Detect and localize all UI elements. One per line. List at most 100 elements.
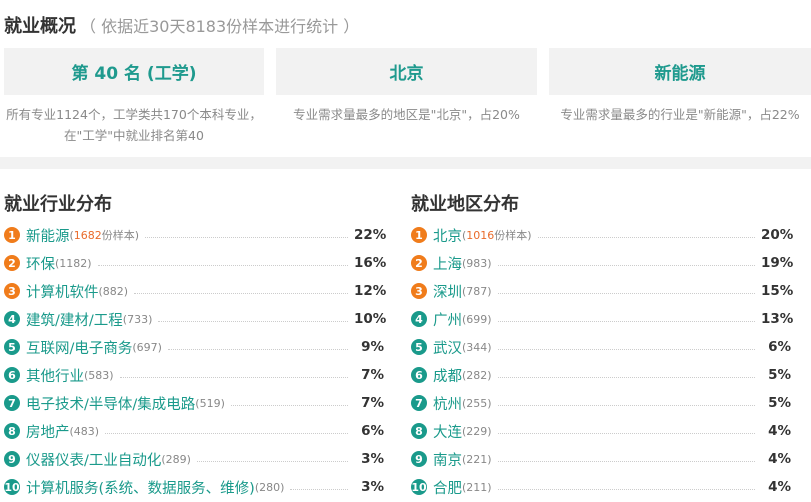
top-industry-description: 专业需求量最多的行业是"新能源"，占22% (560, 107, 800, 122)
industry-list-item[interactable]: 1 新能源(1682 份样本) 22% (4, 221, 387, 249)
industry-name-link[interactable]: 互联网/电子商务 (26, 337, 132, 358)
percentage: 6% (768, 339, 791, 355)
region-list-item[interactable]: 3 深圳 (787) 15% (411, 277, 793, 305)
industry-name-link[interactable]: 电子技术/半导体/集成电路 (26, 393, 195, 414)
industry-name-link[interactable]: 环保 (26, 253, 55, 274)
dotted-leader (497, 460, 755, 462)
dotted-leader (537, 236, 755, 238)
percentage: 4% (768, 451, 791, 467)
region-name-link[interactable]: 成都 (433, 365, 462, 386)
sample-count: (229) (462, 424, 492, 438)
region-title: 就业地区分布 (411, 194, 519, 215)
industry-list-item[interactable]: 7 电子技术/半导体/集成电路 (519) 7% (4, 389, 384, 417)
rank-badge: 7 (411, 395, 427, 411)
percentage: 9% (361, 339, 384, 355)
percentage: 3% (361, 451, 384, 467)
region-list-item[interactable]: 9 南京 (221) 4% (411, 445, 791, 473)
rank-badge: 6 (411, 367, 427, 383)
sample-count: (699) (462, 312, 492, 326)
percentage: 6% (361, 423, 384, 439)
industry-title: 就业行业分布 (4, 194, 112, 215)
percentage: 16% (354, 255, 387, 271)
dotted-leader (230, 404, 348, 406)
industry-name-link[interactable]: 仪器仪表/工业自动化 (26, 449, 161, 470)
region-list-item[interactable]: 4 广州 (699) 13% (411, 305, 793, 333)
dotted-leader (196, 460, 348, 462)
rank-badge: 3 (411, 283, 427, 299)
sample-count: (221) (462, 452, 492, 466)
industry-list-item[interactable]: 3 计算机软件 (882) 12% (4, 277, 387, 305)
industry-name-link[interactable]: 新能源 (26, 225, 70, 246)
top-industry-card: 新能源 (549, 48, 811, 95)
region-name-link[interactable]: 上海 (433, 253, 462, 274)
industry-list-item[interactable]: 6 其他行业 (583) 7% (4, 361, 384, 389)
sample-count: 1016 (466, 228, 495, 242)
industry-name-link[interactable]: 计算机服务(系统、数据服务、维修) (26, 477, 255, 498)
sample-count: 1682 (73, 228, 102, 242)
rank-badge: 4 (4, 311, 20, 327)
percentage: 22% (354, 227, 387, 243)
dotted-leader (134, 292, 348, 294)
industry-list-item[interactable]: 4 建筑/建材/工程 (733) 10% (4, 305, 387, 333)
percentage: 19% (761, 255, 794, 271)
industry-name-link[interactable]: 建筑/建材/工程 (26, 309, 123, 330)
region-name-link[interactable]: 广州 (433, 309, 462, 330)
sample-count: (483) (69, 424, 100, 438)
sample-count: (289) (161, 452, 191, 466)
industry-name-link[interactable]: 房地产 (26, 421, 70, 442)
sample-count: (280) (254, 480, 285, 494)
region-list-item[interactable]: 2 上海 (983) 19% (411, 249, 794, 277)
percentage: 12% (354, 283, 387, 299)
sample-suffix: 份样本 (494, 229, 528, 242)
region-list-item[interactable]: 7 杭州 (255) 5% (411, 389, 791, 417)
overview-heading: 就业概况 (4, 16, 76, 37)
overview-title: 就业概况（ 依据近30天8183份样本进行统计 ） (4, 12, 359, 38)
dotted-leader (145, 236, 348, 238)
industry-name-link[interactable]: 计算机软件 (26, 281, 99, 302)
rank-badge: 5 (411, 339, 427, 355)
industry-list: 1 新能源(1682 份样本) 22% 2 环保 (1182) 16% 3 计算机软件 (882) 1… (4, 221, 387, 501)
count-paren-close: ) (527, 228, 532, 242)
top-region-card: 北京 (276, 48, 537, 95)
region-list-item[interactable]: 8 大连 (229) 4% (411, 417, 791, 445)
industry-list-item[interactable]: 8 房地产 (483) 6% (4, 417, 384, 445)
region-list-item[interactable]: 5 武汉 (344) 6% (411, 333, 791, 361)
region-list-item[interactable]: 10 合肥 (211) 4% (411, 473, 791, 501)
percentage: 5% (768, 367, 791, 383)
rank-badge: 5 (4, 339, 20, 355)
percentage: 3% (361, 479, 384, 495)
dotted-leader (497, 432, 755, 434)
industry-list-item[interactable]: 5 互联网/电子商务 (697) 9% (4, 333, 384, 361)
region-name-link[interactable]: 武汉 (433, 337, 462, 358)
rank-badge: 10 (411, 479, 427, 495)
region-name-link[interactable]: 大连 (433, 421, 462, 442)
region-name-link[interactable]: 南京 (433, 449, 462, 470)
dotted-leader (497, 376, 755, 378)
sample-count: (697) (132, 340, 162, 354)
sample-count: (583) (84, 368, 114, 382)
region-list-item[interactable]: 6 成都 (282) 5% (411, 361, 791, 389)
industry-list-item[interactable]: 9 仪器仪表/工业自动化 (289) 3% (4, 445, 384, 473)
industry-list-item[interactable]: 10 计算机服务(系统、数据服务、维修) (280) 3% (4, 473, 384, 501)
region-list-item[interactable]: 1 北京(1016 份样本) 20% (411, 221, 793, 249)
sample-count: (519) (195, 396, 225, 410)
region-name-link[interactable]: 北京 (433, 225, 462, 246)
industry-name-link[interactable]: 其他行业 (26, 365, 84, 386)
overview-subtitle: （ 依据近30天8183份样本进行统计 ） (80, 17, 360, 36)
rank-badge: 2 (411, 255, 427, 271)
percentage: 7% (361, 367, 384, 383)
dotted-leader (497, 292, 755, 294)
region-name-link[interactable]: 合肥 (433, 477, 462, 498)
dotted-leader (119, 376, 348, 378)
region-name-link[interactable]: 深圳 (433, 281, 462, 302)
sample-count: (733) (122, 312, 153, 326)
dotted-leader (497, 320, 755, 322)
industry-list-item[interactable]: 2 环保 (1182) 16% (4, 249, 387, 277)
region-name-link[interactable]: 杭州 (433, 393, 462, 414)
percentage: 4% (768, 479, 791, 495)
percentage: 10% (354, 311, 387, 327)
sample-count: (882) (98, 284, 129, 298)
rank-badge: 8 (4, 423, 20, 439)
rank-badge: 1 (4, 227, 20, 243)
count-paren-close: ) (134, 228, 140, 242)
